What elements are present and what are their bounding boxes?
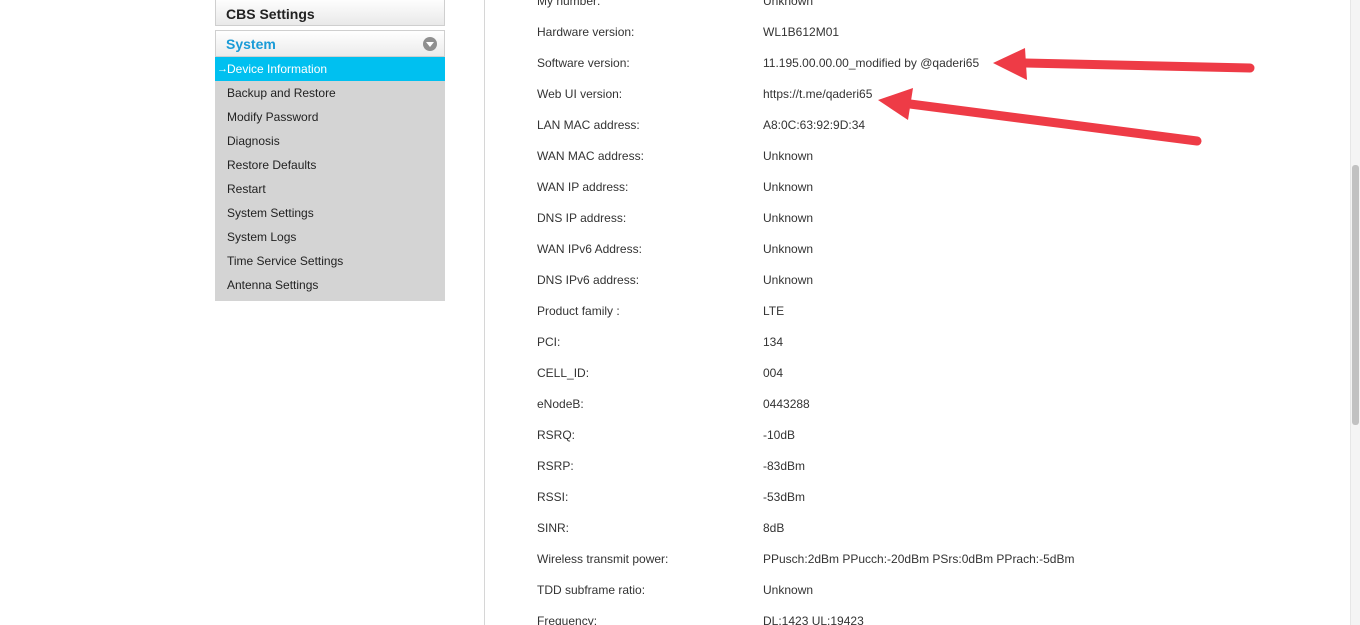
info-row-cell-id: CELL_ID: 004 bbox=[537, 358, 1317, 389]
system-menu: → Device Information Backup and Restore … bbox=[215, 57, 445, 301]
info-label: CELL_ID: bbox=[537, 366, 590, 380]
info-row-enodeb: eNodeB: 0443288 bbox=[537, 389, 1317, 420]
info-value: DL:1423 UL:19423 bbox=[763, 614, 864, 625]
info-value: 11.195.00.00.00_modified by @qaderi65 bbox=[763, 56, 980, 70]
info-row-dns-ip-address: DNS IP address: Unknown bbox=[537, 203, 1317, 234]
sidebar-item-label: Device Information bbox=[227, 62, 328, 76]
info-row-rssi: RSSI: -53dBm bbox=[537, 482, 1317, 513]
info-label: WAN IP address: bbox=[537, 180, 629, 194]
info-label: LAN MAC address: bbox=[537, 118, 640, 132]
info-label: Software version: bbox=[537, 56, 630, 70]
collapse-icon[interactable] bbox=[423, 37, 437, 51]
info-row-rsrq: RSRQ: -10dB bbox=[537, 420, 1317, 451]
info-value: -53dBm bbox=[763, 490, 806, 504]
info-label: eNodeB: bbox=[537, 397, 584, 411]
info-value: 134 bbox=[763, 335, 784, 349]
cbs-settings-header[interactable]: CBS Settings bbox=[215, 0, 445, 26]
scrollbar-thumb[interactable] bbox=[1352, 165, 1359, 425]
info-value: https://t.me/qaderi65 bbox=[763, 87, 873, 101]
sidebar-item-label: Antenna Settings bbox=[227, 278, 319, 292]
info-value: 004 bbox=[763, 366, 784, 380]
info-value: Unknown bbox=[763, 583, 814, 597]
info-label: PCI: bbox=[537, 335, 561, 349]
sidebar-item-label: Time Service Settings bbox=[227, 254, 344, 268]
info-label: Hardware version: bbox=[537, 25, 635, 39]
scrollbar[interactable] bbox=[1350, 0, 1360, 625]
info-value: -10dB bbox=[763, 428, 796, 442]
sidebar-item-restore-defaults[interactable]: Restore Defaults bbox=[215, 153, 445, 177]
sidebar-item-system-logs[interactable]: System Logs bbox=[215, 225, 445, 249]
info-label: RSSI: bbox=[537, 490, 569, 504]
info-value: Unknown bbox=[763, 180, 814, 194]
info-row-sinr: SINR: 8dB bbox=[537, 513, 1317, 544]
info-value: Unknown bbox=[763, 149, 814, 163]
sidebar: CBS Settings System → Device Information… bbox=[215, 0, 445, 301]
sidebar-item-antenna-settings[interactable]: Antenna Settings bbox=[215, 273, 445, 297]
sidebar-item-system-settings[interactable]: System Settings bbox=[215, 201, 445, 225]
sidebar-item-device-information[interactable]: → Device Information bbox=[215, 57, 445, 81]
info-label: WAN MAC address: bbox=[537, 149, 644, 163]
sidebar-item-label: Restore Defaults bbox=[227, 158, 317, 172]
info-value: WL1B612M01 bbox=[763, 25, 840, 39]
info-row-rsrp: RSRP: -83dBm bbox=[537, 451, 1317, 482]
info-label: RSRQ: bbox=[537, 428, 576, 442]
info-value: Unknown bbox=[763, 242, 814, 256]
info-value: Unknown bbox=[763, 273, 814, 287]
info-label: DNS IP address: bbox=[537, 211, 627, 225]
page-root: CBS Settings System → Device Information… bbox=[0, 0, 1360, 625]
info-row-web-ui-version: Web UI version: https://t.me/qaderi65 bbox=[537, 79, 1317, 110]
sidebar-item-backup-and-restore[interactable]: Backup and Restore bbox=[215, 81, 445, 105]
device-info-table: My number: Unknown Hardware version: WL1… bbox=[537, 0, 1317, 625]
info-label: RSRP: bbox=[537, 459, 574, 473]
sidebar-item-label: Diagnosis bbox=[227, 134, 280, 148]
info-label: SINR: bbox=[537, 521, 570, 535]
sidebar-item-diagnosis[interactable]: Diagnosis bbox=[215, 129, 445, 153]
info-row-wan-mac-address: WAN MAC address: Unknown bbox=[537, 141, 1317, 172]
info-row-wireless-transmit-power: Wireless transmit power: PPusch:2dBm PPu… bbox=[537, 544, 1317, 575]
info-value: 8dB bbox=[763, 521, 785, 535]
info-label: My number: bbox=[537, 0, 601, 8]
info-label: TDD subframe ratio: bbox=[537, 583, 646, 597]
info-row-dns-ipv6-address: DNS IPv6 address: Unknown bbox=[537, 265, 1317, 296]
info-label: WAN IPv6 Address: bbox=[537, 242, 642, 256]
info-row-my-number: My number: Unknown bbox=[537, 0, 1317, 17]
info-label: Product family : bbox=[537, 304, 620, 318]
sidebar-item-label: System Settings bbox=[227, 206, 314, 220]
info-row-wan-ipv6-address: WAN IPv6 Address: Unknown bbox=[537, 234, 1317, 265]
sidebar-item-modify-password[interactable]: Modify Password bbox=[215, 105, 445, 129]
info-row-pci: PCI: 134 bbox=[537, 327, 1317, 358]
info-row-software-version: Software version: 11.195.00.00.00_modifi… bbox=[537, 48, 1317, 79]
system-section-header[interactable]: System bbox=[215, 30, 445, 57]
info-value: PPusch:2dBm PPucch:-20dBm PSrs:0dBm PPra… bbox=[763, 552, 1075, 566]
sidebar-item-label: Modify Password bbox=[227, 110, 319, 124]
info-label: Web UI version: bbox=[537, 87, 623, 101]
info-value: Unknown bbox=[763, 211, 814, 225]
info-value: A8:0C:63:92:9D:34 bbox=[763, 118, 866, 132]
arrow-right-icon: → bbox=[217, 63, 228, 75]
system-section-label: System bbox=[226, 36, 276, 52]
info-value: -83dBm bbox=[763, 459, 806, 473]
sidebar-item-label: Backup and Restore bbox=[227, 86, 336, 100]
info-value: Unknown bbox=[763, 0, 814, 8]
info-row-product-family: Product family : LTE bbox=[537, 296, 1317, 327]
info-value: 0443288 bbox=[763, 397, 810, 411]
info-label: Wireless transmit power: bbox=[537, 552, 669, 566]
info-row-hardware-version: Hardware version: WL1B612M01 bbox=[537, 17, 1317, 48]
info-label: DNS IPv6 address: bbox=[537, 273, 640, 287]
info-value: LTE bbox=[763, 304, 785, 318]
info-row-tdd-subframe-ratio: TDD subframe ratio: Unknown bbox=[537, 575, 1317, 606]
sidebar-item-label: Restart bbox=[227, 182, 266, 196]
info-row-lan-mac-address: LAN MAC address: A8:0C:63:92:9D:34 bbox=[537, 110, 1317, 141]
sidebar-item-label: System Logs bbox=[227, 230, 297, 244]
info-row-frequency: Frequency: DL:1423 UL:19423 bbox=[537, 606, 1317, 625]
info-label: Frequency: bbox=[537, 614, 598, 625]
content-divider bbox=[484, 0, 485, 625]
info-row-wan-ip-address: WAN IP address: Unknown bbox=[537, 172, 1317, 203]
sidebar-item-restart[interactable]: Restart bbox=[215, 177, 445, 201]
sidebar-item-time-service-settings[interactable]: Time Service Settings bbox=[215, 249, 445, 273]
